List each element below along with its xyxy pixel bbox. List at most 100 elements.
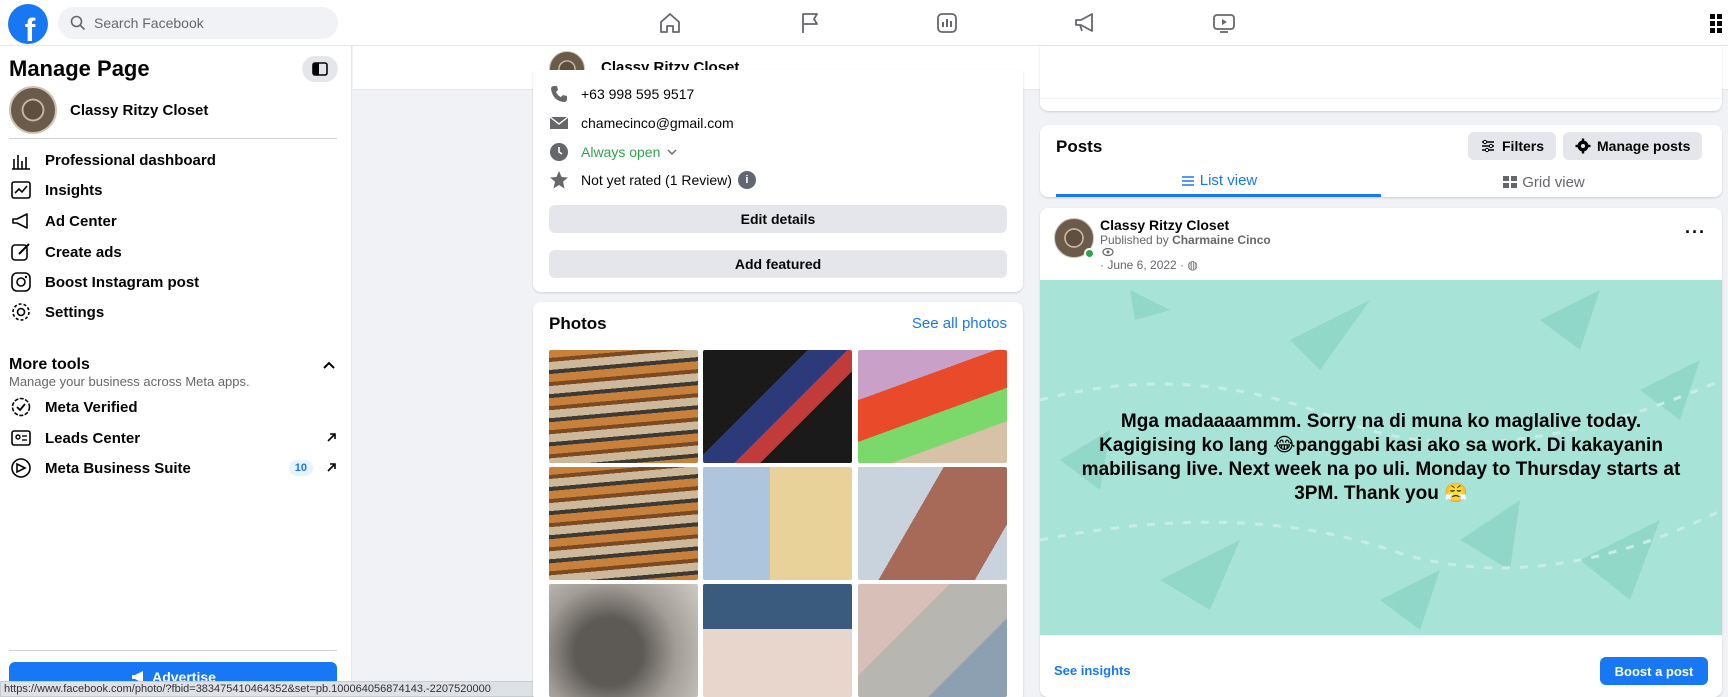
sidebar-item-meta-verified[interactable]: Meta Verified: [9, 392, 339, 422]
sidebar-item-settings[interactable]: Settings: [9, 297, 339, 327]
hours-row[interactable]: Always open: [549, 142, 678, 162]
sidebar-title: Manage Page: [9, 56, 150, 81]
filters-button[interactable]: Filters: [1468, 132, 1557, 160]
filters-label: Filters: [1502, 138, 1545, 154]
facebook-logo[interactable]: f: [8, 4, 48, 44]
sidebar-item-boost-instagram[interactable]: Boost Instagram post: [9, 267, 339, 297]
photo-thumbnail[interactable]: [549, 467, 698, 580]
chevron-up-icon[interactable]: [322, 358, 336, 372]
edit-details-button[interactable]: Edit details: [549, 205, 1007, 233]
page-avatar: [9, 86, 57, 134]
post-page-name[interactable]: Classy Ritzy Closet: [1100, 217, 1229, 233]
post-more-button[interactable]: ···: [1685, 222, 1706, 243]
manage-posts-label: Manage posts: [1597, 138, 1691, 154]
flag-icon[interactable]: [797, 10, 823, 36]
email-address: chamecinco@gmail.com: [581, 115, 734, 131]
post-background-image: Mga madaaaammm. Sorry na di muna ko magl…: [1040, 280, 1722, 635]
photo-thumbnail[interactable]: [703, 584, 852, 697]
verified-icon: [9, 395, 33, 419]
photo-thumbnail[interactable]: [703, 350, 852, 463]
leads-icon: [9, 426, 33, 450]
manage-posts-button[interactable]: Manage posts: [1563, 132, 1703, 160]
previous-card-edge: [1040, 46, 1722, 111]
photo-thumbnail[interactable]: [549, 584, 698, 697]
search-icon: [70, 15, 86, 31]
top-navigation-bar: f: [0, 0, 1728, 46]
sidebar-item-professional-dashboard[interactable]: Professional dashboard: [9, 145, 339, 175]
list-icon: [1181, 175, 1194, 186]
sidebar-item-label: Meta Verified: [45, 398, 138, 416]
external-link-icon: [327, 463, 336, 472]
phone-number: +63 998 595 9517: [581, 86, 695, 102]
hours-status: Always open: [581, 144, 661, 160]
sidebar-item-label: Settings: [45, 303, 105, 321]
megaphone-icon[interactable]: [1072, 10, 1098, 36]
sidebar-item-ad-center[interactable]: Ad Center: [9, 206, 339, 236]
sidebar-item-leads-center[interactable]: Leads Center: [9, 423, 339, 453]
eye-icon: [1102, 247, 1114, 257]
sidebar-item-label: Meta Business Suite: [45, 459, 191, 477]
post-publisher-name[interactable]: Charmaine Cinco: [1172, 233, 1271, 247]
tab-label: List view: [1199, 172, 1258, 189]
insights-icon[interactable]: [934, 10, 960, 36]
phone-row: +63 998 595 9517: [549, 84, 694, 104]
filter-icon: [1482, 139, 1494, 153]
add-featured-button[interactable]: Add featured: [549, 250, 1007, 278]
rating-text: Not yet rated (1 Review): [581, 172, 732, 188]
external-link-icon: [327, 433, 336, 442]
sidebar-page-switcher[interactable]: Classy Ritzy Closet: [9, 86, 208, 134]
sidebar-toggle-icon: [312, 62, 328, 76]
grid-icon: [1503, 176, 1518, 188]
posts-title: Posts: [1056, 137, 1103, 156]
sidebar-item-create-ads[interactable]: Create ads: [9, 237, 339, 267]
menu-grid-icon[interactable]: [1704, 12, 1728, 36]
clock-icon: [550, 143, 568, 161]
business-suite-icon: [9, 456, 33, 480]
intro-card: +63 998 595 9517 chamecinco@gmail.com Al…: [533, 70, 1023, 292]
photos-card: Photos See all photos: [533, 302, 1023, 697]
photo-thumbnail[interactable]: [858, 467, 1007, 580]
gear-icon: [1575, 138, 1591, 154]
megaphone-icon: [9, 209, 33, 233]
online-status-dot: [1084, 248, 1095, 259]
sidebar-item-label: Professional dashboard: [45, 151, 216, 169]
notification-badge: 10: [288, 460, 313, 476]
photo-thumbnail[interactable]: [858, 584, 1007, 697]
globe-icon: ◍: [1187, 258, 1198, 272]
sidebar-divider: [9, 650, 337, 651]
insights-icon: [9, 178, 33, 202]
sidebar-item-label: Insights: [45, 181, 103, 199]
email-row[interactable]: chamecinco@gmail.com: [549, 113, 734, 133]
collapse-sidebar-button[interactable]: [302, 56, 338, 82]
tab-list-view[interactable]: List view: [1056, 167, 1381, 197]
post-published-by: Published by Charmaine Cinco: [1100, 233, 1271, 247]
rating-row: Not yet rated (1 Review) i: [549, 170, 756, 190]
sidebar-item-insights[interactable]: Insights: [9, 175, 339, 205]
sidebar-item-business-suite[interactable]: Meta Business Suite 10: [9, 453, 339, 483]
gear-icon: [9, 300, 33, 324]
video-icon[interactable]: [1211, 10, 1237, 36]
sidebar-divider: [9, 138, 337, 139]
tab-label: Grid view: [1522, 173, 1585, 191]
photos-title: Photos: [549, 314, 607, 333]
photo-thumbnail[interactable]: [858, 350, 1007, 463]
see-all-photos-link[interactable]: See all photos: [912, 315, 1007, 332]
home-icon[interactable]: [657, 10, 683, 36]
status-bar-url: https://www.facebook.com/photo/?fbid=383…: [0, 681, 540, 697]
see-insights-link[interactable]: See insights: [1054, 663, 1131, 678]
chevron-down-icon: [667, 149, 677, 155]
search-input[interactable]: [94, 15, 314, 31]
sidebar-item-label: Boost Instagram post: [45, 273, 200, 291]
post-date[interactable]: · June 6, 2022 · ◍: [1100, 258, 1198, 272]
dashboard-icon: [9, 148, 33, 172]
tab-grid-view[interactable]: Grid view: [1381, 167, 1706, 197]
photo-thumbnail[interactable]: [703, 467, 852, 580]
boost-post-button[interactable]: Boost a post: [1600, 657, 1708, 685]
search-bar[interactable]: [58, 7, 338, 39]
email-icon: [549, 116, 569, 129]
sidebar-item-label: Create ads: [45, 243, 122, 261]
sidebar-item-label: Ad Center: [45, 212, 117, 230]
photo-thumbnail[interactable]: [549, 350, 698, 463]
info-icon[interactable]: i: [737, 171, 756, 189]
manage-page-sidebar: Manage Page Classy Ritzy Closet Professi…: [0, 46, 352, 697]
